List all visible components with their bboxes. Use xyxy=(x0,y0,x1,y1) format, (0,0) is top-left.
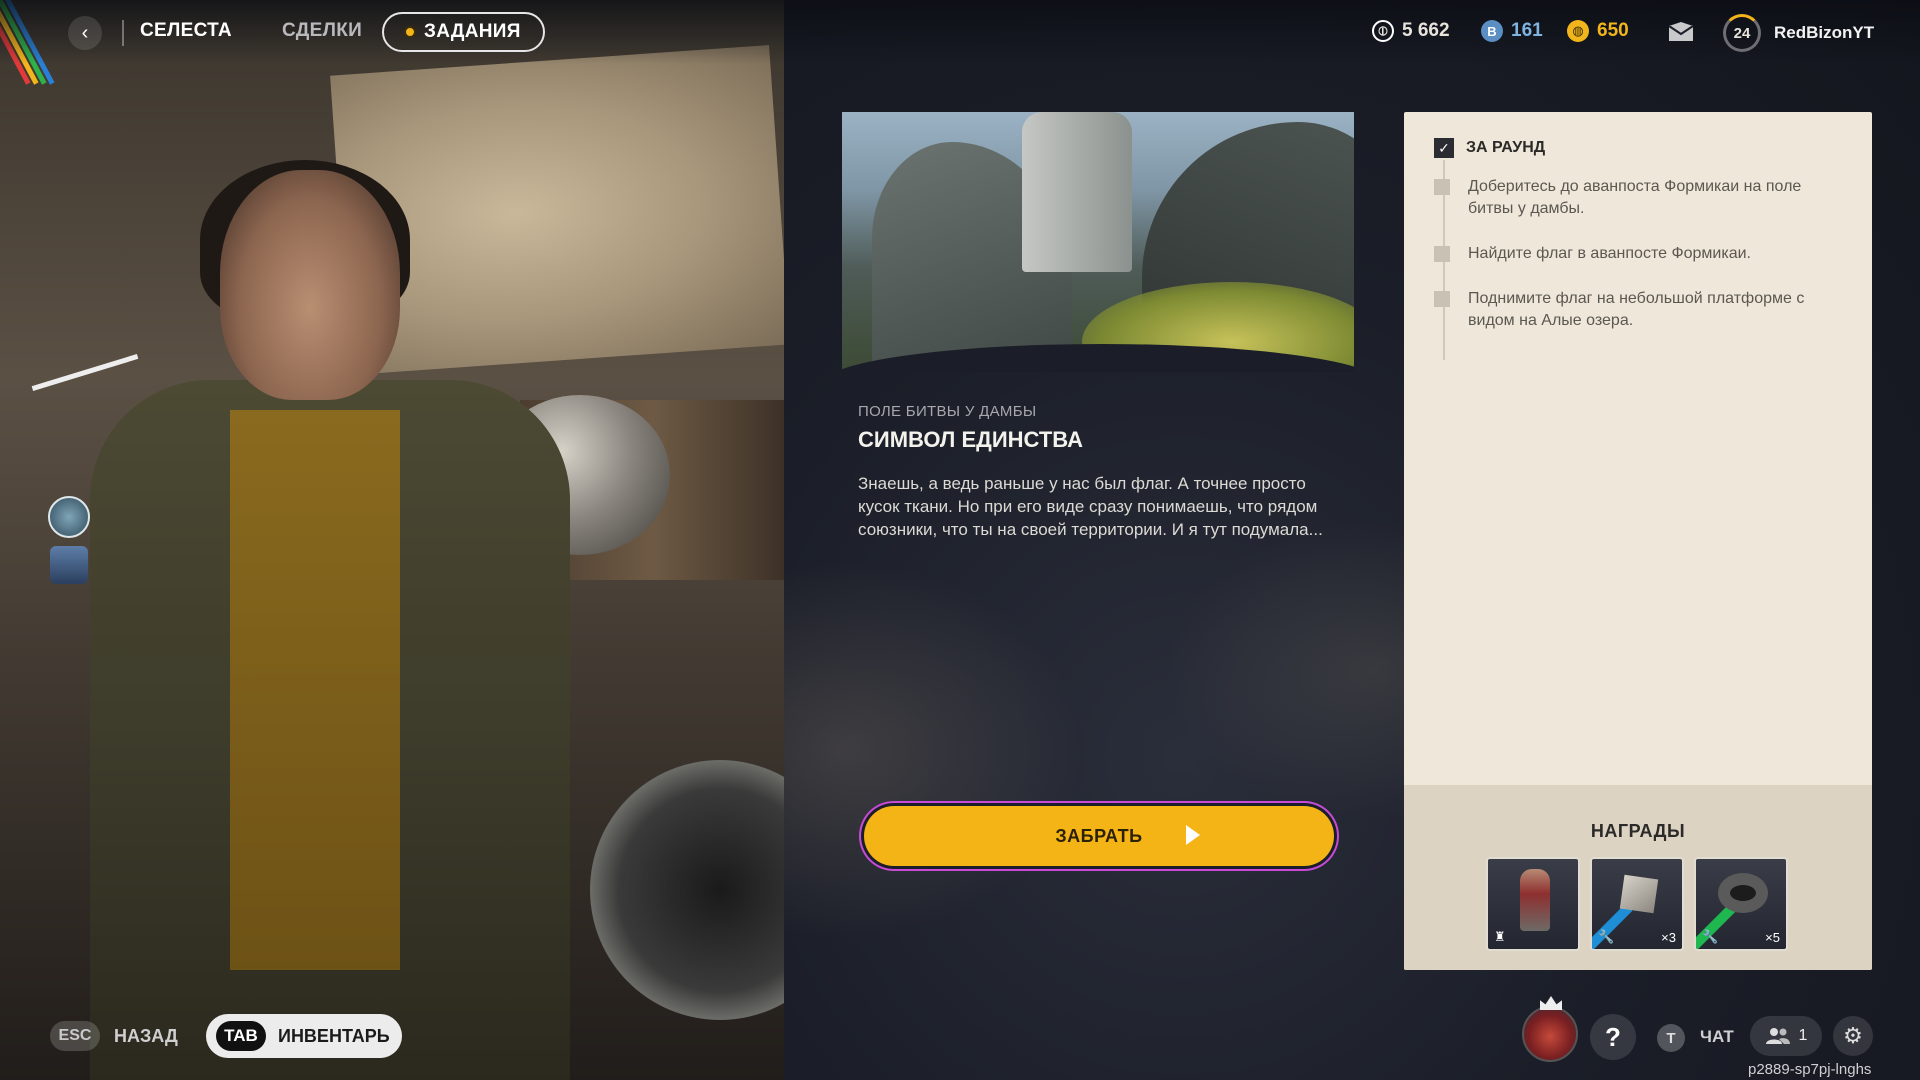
mission-category: ПОЛЕ БИТВЫ У ДАМБЫ xyxy=(858,403,1037,420)
checkbox-icon xyxy=(1434,246,1450,262)
objectives-panel: ✓ ЗА РАУНД Доберитесь до аванпоста Форми… xyxy=(1404,112,1872,970)
reward-count: ×5 xyxy=(1765,930,1780,945)
turntable-disc xyxy=(590,760,784,1020)
objective-text: Найдите флаг в аванпосте Формикаи. xyxy=(1468,245,1751,262)
chat-label[interactable]: ЧАТ xyxy=(1700,1027,1734,1047)
username[interactable]: RedBizonYT xyxy=(1774,23,1874,43)
character-outfit-icon xyxy=(1520,869,1550,931)
inventory-label: ИНВЕНТАРЬ xyxy=(278,1025,390,1046)
map-marker-icon xyxy=(48,496,90,538)
mission-description: Знаешь, а ведь раньше у нас был флаг. А … xyxy=(858,474,1323,539)
level-badge[interactable]: 24 xyxy=(1723,14,1761,52)
help-button[interactable]: ? xyxy=(1590,1014,1636,1060)
tab-key: TAB xyxy=(216,1021,266,1051)
tab-quests[interactable]: ЗАДАНИЯ xyxy=(382,12,545,52)
notification-dot-icon xyxy=(404,26,416,38)
objectives-header-label: ЗА РАУНД xyxy=(1466,139,1546,156)
wrench-icon: 🔧 xyxy=(1702,929,1719,944)
tire-icon xyxy=(1718,873,1768,913)
session-id: p2889-sp7pj-lnghs xyxy=(1748,1061,1872,1078)
gem-icon: B xyxy=(1481,20,1503,42)
credits-icon: ⦶ xyxy=(1372,20,1394,42)
users-icon xyxy=(1765,1028,1790,1044)
gold-icon: ◍ xyxy=(1567,20,1589,42)
claim-button[interactable]: ЗАБРАТЬ xyxy=(864,806,1334,866)
gems-value: 161 xyxy=(1511,20,1543,41)
claim-button-label: ЗАБРАТЬ xyxy=(1055,825,1143,846)
reward-count: ×3 xyxy=(1661,930,1676,945)
checkbox-icon xyxy=(1434,179,1450,195)
tab-quests-label: ЗАДАНИЯ xyxy=(424,21,521,42)
objective-text: Поднимите флаг на небольшой платформе с … xyxy=(1468,290,1805,329)
checkbox-checked-icon: ✓ xyxy=(1434,138,1454,158)
question-icon: ? xyxy=(1605,1021,1621,1052)
objective-item: Поднимите флаг на небольшой платформе с … xyxy=(1434,288,1828,332)
resource-crate-icon xyxy=(1619,874,1659,914)
outfit-type-icon: ♜ xyxy=(1494,929,1506,944)
mission-image xyxy=(842,112,1354,372)
top-bar: ‹ СЕЛЕСТА СДЕЛКИ ЗАДАНИЯ ⦶ 5 662 B 161 ◍… xyxy=(0,0,1920,64)
inventory-button[interactable]: TAB ИНВЕНТАРЬ xyxy=(206,1014,402,1058)
rewards-section: НАГРАДЫ ♜ 🔧 ×3 🔧 ×5 xyxy=(1404,785,1872,970)
checkbox-icon xyxy=(1434,291,1450,307)
objective-item: Доберитесь до аванпоста Формикаи на поле… xyxy=(1434,176,1828,220)
mouse-cursor-icon xyxy=(1186,825,1200,845)
back-label[interactable]: НАЗАД xyxy=(114,1026,178,1047)
tab-deals[interactable]: СДЕЛКИ xyxy=(282,20,362,42)
objective-text: Доберитесь до аванпоста Формикаи на поле… xyxy=(1468,178,1802,217)
reward-tire[interactable]: 🔧 ×5 xyxy=(1694,857,1788,951)
reward-crate[interactable]: 🔧 ×3 xyxy=(1590,857,1684,951)
currency-gold: ◍ 650 xyxy=(1567,20,1629,42)
gear-icon: ⚙ xyxy=(1843,1023,1863,1048)
mail-icon[interactable] xyxy=(1668,22,1694,42)
objective-item: Найдите флаг в аванпосте Формикаи. xyxy=(1434,243,1828,265)
settings-button[interactable]: ⚙ xyxy=(1833,1016,1873,1056)
back-button[interactable]: ‹ xyxy=(68,16,102,50)
currency-credits: ⦶ 5 662 xyxy=(1372,20,1450,42)
character-celesta xyxy=(30,160,590,1080)
currency-gems: B 161 xyxy=(1481,20,1543,42)
map-marker-icon xyxy=(50,546,88,584)
chevron-left-icon: ‹ xyxy=(81,21,89,44)
rewards-title: НАГРАДЫ xyxy=(1590,821,1686,841)
party-button[interactable]: 1 xyxy=(1750,1016,1822,1056)
chat-key[interactable]: T xyxy=(1657,1024,1685,1052)
reward-outfit[interactable]: ♜ xyxy=(1486,857,1580,951)
character-scene xyxy=(0,0,784,1080)
divider xyxy=(122,20,124,46)
gold-value: 650 xyxy=(1597,20,1629,41)
player-avatar[interactable] xyxy=(1522,996,1578,1062)
tab-celesta[interactable]: СЕЛЕСТА xyxy=(140,20,232,42)
credits-value: 5 662 xyxy=(1402,20,1450,41)
esc-key[interactable]: ESC xyxy=(50,1021,100,1051)
party-count: 1 xyxy=(1798,1027,1808,1044)
objectives-header: ✓ ЗА РАУНД xyxy=(1434,138,1545,158)
mission-title: СИМВОЛ ЕДИНСТВА xyxy=(858,427,1083,452)
wrench-icon: 🔧 xyxy=(1598,929,1615,944)
